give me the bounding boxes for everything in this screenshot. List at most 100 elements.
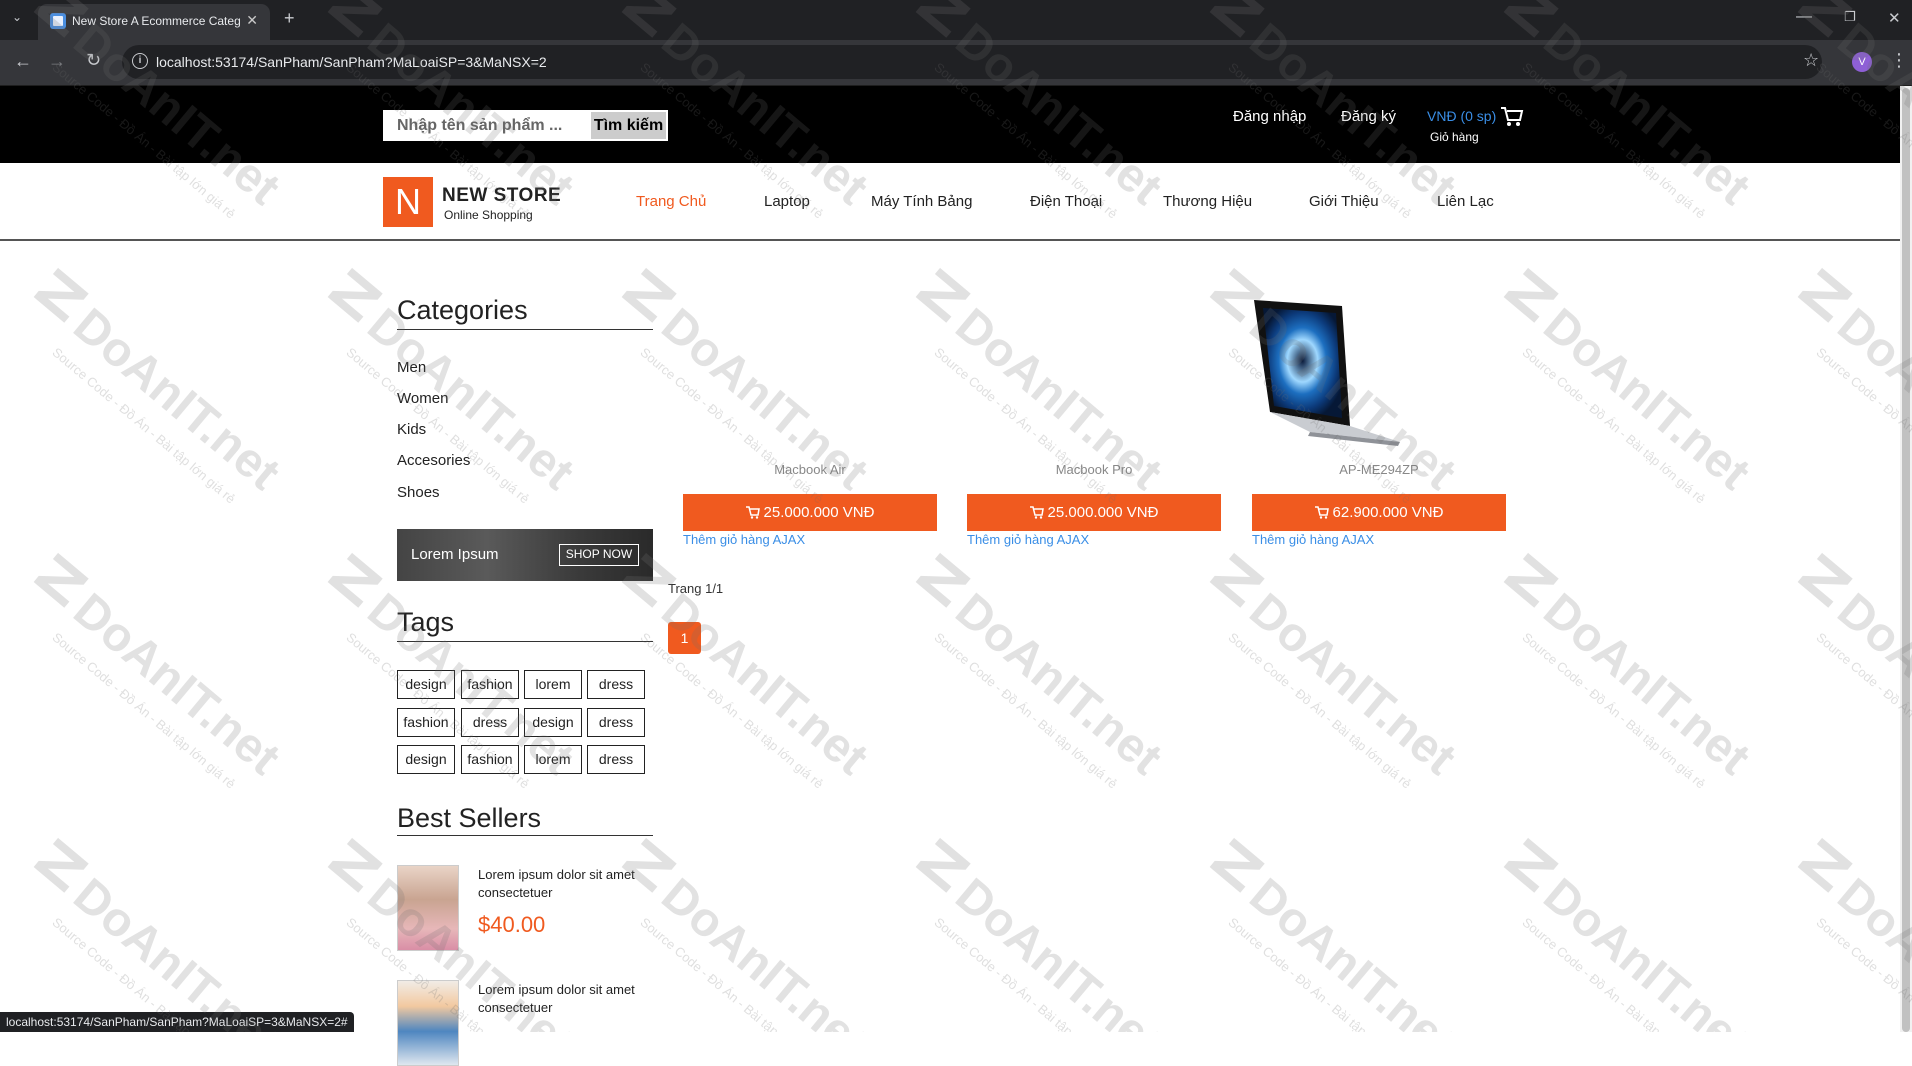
product-name[interactable]: Macbook Air: [683, 462, 937, 477]
login-link[interactable]: Đăng nhập: [1233, 108, 1306, 125]
tag-item[interactable]: dress: [461, 708, 519, 737]
add-to-cart-ajax-link[interactable]: Thêm giỏ hàng AJAX: [967, 532, 1089, 547]
watermark-subtitle: Source Code - Đồ Án - Bài tập lớn giá rẻ: [49, 630, 238, 792]
promo-banner: Lorem Ipsum SHOP NOW: [397, 529, 653, 581]
page-1-button[interactable]: 1: [668, 622, 701, 654]
nav-may-tinh-bang[interactable]: Máy Tính Bảng: [871, 193, 972, 210]
category-item[interactable]: Kids: [397, 421, 426, 438]
watermark-brand: DoAnIT.net: [652, 869, 878, 1032]
watermark-tile: DoAnIT.netSource Code - Đồ Án - Bài tập …: [621, 267, 878, 507]
shop-now-button[interactable]: SHOP NOW: [559, 544, 639, 566]
tag-item[interactable]: dress: [587, 745, 645, 774]
nav-dien-thoai[interactable]: Điện Thoại: [1030, 193, 1102, 210]
pagination-info: Trang 1/1: [668, 581, 724, 596]
bookmark-star-icon[interactable]: ☆: [1803, 50, 1819, 71]
product-name[interactable]: Macbook Pro: [967, 462, 1221, 477]
watermark-tile: DoAnIT.netSource Code - Đồ Án - Bài tập …: [1503, 552, 1760, 792]
watermark-tile: DoAnIT.netSource Code - Đồ Án - Bài tập …: [33, 837, 290, 1032]
nav-thuong-hieu[interactable]: Thương Hiệu: [1163, 193, 1252, 210]
tag-item[interactable]: fashion: [461, 670, 519, 699]
tag-item[interactable]: design: [524, 708, 582, 737]
watermark-subtitle: Source Code - Đồ Án - Bài tập lớn giá rẻ: [1813, 915, 1912, 1032]
profile-avatar[interactable]: V: [1852, 52, 1872, 72]
category-item[interactable]: Accesories: [397, 452, 470, 469]
product-price-button[interactable]: 25.000.000 VNĐ: [967, 494, 1221, 531]
tag-item[interactable]: design: [397, 745, 455, 774]
cart-icon: [1314, 506, 1329, 519]
nav-lien-lac[interactable]: Liên Lạc: [1437, 193, 1494, 210]
best-seller-thumbnail[interactable]: [397, 865, 459, 951]
cart-label[interactable]: Giỏ hàng: [1430, 130, 1479, 144]
scrollbar-thumb[interactable]: [1902, 88, 1910, 1032]
product-image-ap-me294zp[interactable]: [1250, 296, 1400, 448]
add-to-cart-ajax-link[interactable]: Thêm giỏ hàng AJAX: [683, 532, 805, 547]
forward-icon[interactable]: →: [48, 51, 66, 72]
cart-icon: [745, 506, 760, 519]
watermark-tile: DoAnIT.netSource Code - Đồ Án - Bài tập …: [915, 552, 1172, 791]
cart-icon: [1029, 506, 1044, 519]
tab-title: New Store A Ecommerce Categ: [72, 14, 241, 28]
back-icon[interactable]: ←: [14, 51, 32, 72]
site-info-icon[interactable]: i: [132, 53, 148, 69]
minimize-icon[interactable]: —: [1796, 8, 1812, 26]
watermark-logo-icon: [1797, 267, 1853, 323]
watermark-subtitle: Source Code - Đồ Án - Bài tập lớn giá rẻ: [1519, 630, 1708, 792]
search-button[interactable]: Tìm kiếm: [591, 112, 666, 139]
watermark-logo-icon: [33, 837, 89, 893]
cart-price[interactable]: VNĐ (0 sp): [1427, 108, 1496, 124]
reload-icon[interactable]: ↻: [86, 50, 101, 71]
tag-item[interactable]: dress: [587, 670, 645, 699]
browser-tab[interactable]: New Store A Ecommerce Categ ✕: [38, 4, 270, 40]
watermark-logo-icon: [915, 267, 971, 323]
register-link[interactable]: Đăng ký: [1341, 108, 1396, 125]
new-tab-icon[interactable]: +: [284, 8, 295, 29]
product-price-button[interactable]: 62.900.000 VNĐ: [1252, 494, 1506, 531]
search-input[interactable]: [383, 110, 591, 141]
best-seller-title[interactable]: Lorem ipsum dolor sit amet consectetuer: [478, 866, 658, 902]
watermark-subtitle: Source Code - Đồ Án - Bài tập lớn giá rẻ: [1225, 630, 1414, 792]
status-bar-url: localhost:53174/SanPham/SanPham?MaLoaiSP…: [0, 1012, 354, 1032]
product-price-button[interactable]: 25.000.000 VNĐ: [683, 494, 937, 531]
nav-gioi-thieu[interactable]: Giới Thiệu: [1309, 193, 1379, 210]
watermark-subtitle: Source Code - Đồ Án - Bài tập lớn giá rẻ: [1519, 915, 1708, 1032]
nav-laptop[interactable]: Laptop: [764, 193, 810, 210]
cart-icon[interactable]: [1500, 106, 1524, 128]
tag-item[interactable]: fashion: [397, 708, 455, 737]
url-field[interactable]: i localhost:53174/SanPham/SanPham?MaLoai…: [122, 45, 1822, 79]
watermark-tile: DoAnIT.netSource Code - Đồ Án - Bài tập …: [1503, 837, 1760, 1032]
watermark-subtitle: Source Code - Đồ Án - Bài tập lớn giá rẻ: [1519, 345, 1708, 507]
page-favicon-icon: [50, 13, 66, 29]
tag-item[interactable]: design: [397, 670, 455, 699]
tag-item[interactable]: fashion: [461, 745, 519, 774]
product-name[interactable]: AP-ME294ZP: [1252, 462, 1506, 477]
close-tab-icon[interactable]: ✕: [246, 12, 258, 29]
watermark-subtitle: Source Code - Đồ Án - Bài tập lớn giá rẻ: [931, 345, 1120, 507]
watermark-brand: DoAnIT.net: [652, 584, 878, 786]
tab-list-icon[interactable]: ⌄: [12, 10, 22, 24]
tag-item[interactable]: lorem: [524, 670, 582, 699]
product-price: 25.000.000 VNĐ: [763, 504, 875, 521]
store-name[interactable]: NEW STORE: [442, 185, 561, 207]
watermark-tile: DoAnIT.netSource Code - Đồ Án - Bài tập …: [915, 267, 1172, 507]
categories-heading: Categories: [397, 295, 528, 325]
store-logo[interactable]: N: [383, 177, 433, 227]
close-window-icon[interactable]: ✕: [1888, 9, 1901, 27]
best-seller-thumbnail[interactable]: [397, 980, 459, 1066]
category-item[interactable]: Women: [397, 390, 448, 407]
category-item[interactable]: Men: [397, 359, 426, 376]
watermark-logo-icon: [1503, 552, 1559, 608]
category-item[interactable]: Shoes: [397, 484, 440, 501]
browser-menu-icon[interactable]: ⋮: [1890, 50, 1908, 71]
browser-tab-bar: ⌄ New Store A Ecommerce Categ ✕ + — ❐ ✕: [0, 0, 1912, 40]
watermark-subtitle: Source Code - Đồ Án - Bài tập lớn giá rẻ: [343, 345, 532, 507]
product-price: 62.900.000 VNĐ: [1332, 504, 1444, 521]
nav-trang-chu[interactable]: Trang Chủ: [636, 193, 706, 210]
tag-item[interactable]: lorem: [524, 745, 582, 774]
page-scrollbar[interactable]: [1900, 86, 1912, 1032]
add-to-cart-ajax-link[interactable]: Thêm giỏ hàng AJAX: [1252, 532, 1374, 547]
restore-icon[interactable]: ❐: [1844, 9, 1856, 25]
watermark-subtitle: Source Code - Đồ Án - Bài tập lớn giá rẻ: [637, 345, 826, 507]
watermark-logo-icon: [33, 267, 89, 323]
tag-item[interactable]: dress: [587, 708, 645, 737]
best-seller-title[interactable]: Lorem ipsum dolor sit amet consectetuer: [478, 981, 658, 1017]
